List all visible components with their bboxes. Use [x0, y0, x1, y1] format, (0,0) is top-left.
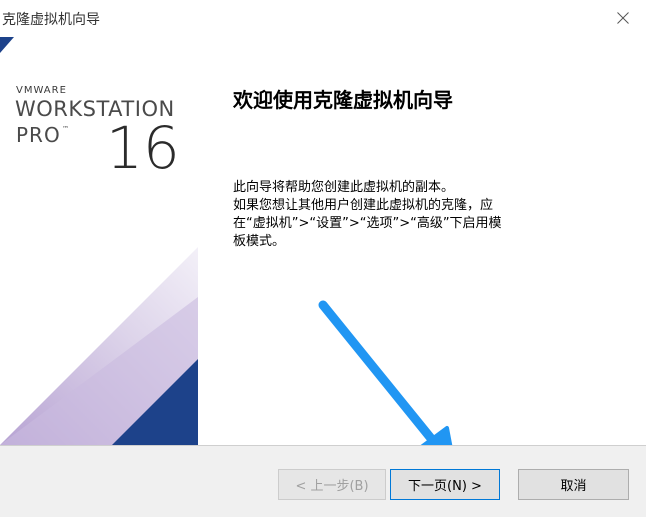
- brand-pro: PRO: [16, 123, 61, 147]
- vmware-banner: VMWARE WORKSTATION PRO ™ 16: [0, 37, 198, 445]
- description-paragraph-1: 此向导将帮助您创建此虚拟机的副本。: [233, 180, 455, 195]
- brand-trademark: ™: [62, 125, 69, 133]
- brand-vmware: VMWARE: [16, 85, 67, 96]
- wizard-heading: 欢迎使用克隆虚拟机向导: [233, 88, 453, 112]
- next-button[interactable]: 下一页(N) >: [390, 469, 500, 500]
- cancel-button[interactable]: 取消: [518, 469, 629, 500]
- description-paragraph-2: 如果您想让其他用户创建此虚拟机的克隆，应在“虚拟机”>“设置”>“选项”>“高级…: [233, 198, 502, 249]
- title-bar: 克隆虚拟机向导: [0, 0, 646, 37]
- close-button[interactable]: [600, 0, 646, 36]
- window-title: 克隆虚拟机向导: [2, 12, 100, 28]
- close-icon: [617, 12, 629, 24]
- wizard-description: 此向导将帮助您创建此虚拟机的副本。 如果您想让其他用户创建此虚拟机的克隆，应在“…: [233, 179, 503, 251]
- brand-version: 16: [106, 114, 180, 182]
- back-button[interactable]: < 上一步(B): [278, 469, 386, 500]
